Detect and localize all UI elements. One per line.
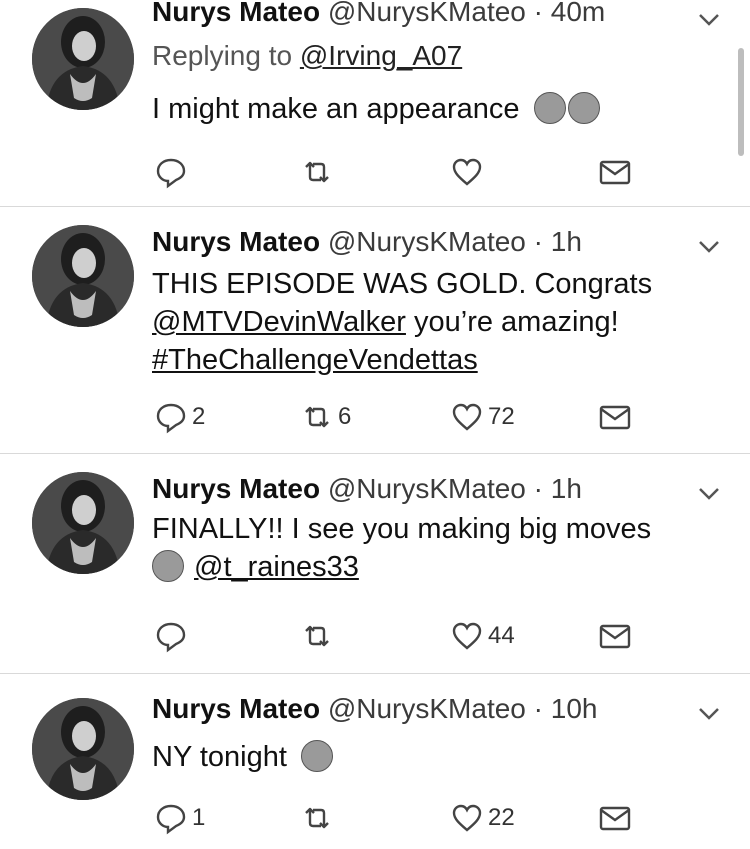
- reply-icon: [156, 158, 186, 189]
- tweet-text: I might make an appearance: [152, 90, 712, 128]
- tweet-header: Nurys Mateo @NurysKMateo · 10h: [152, 693, 597, 725]
- chevron-down-icon[interactable]: [696, 6, 722, 32]
- tweet-header: Nurys Mateo @NurysKMateo · 1h: [152, 473, 582, 505]
- replying-to: Replying to @Irving_A07: [152, 40, 462, 72]
- separator: ·: [533, 693, 543, 724]
- like-count: 72: [488, 403, 515, 430]
- tweet-text-content: I might make an appearance: [152, 93, 520, 125]
- avatar[interactable]: [32, 8, 134, 110]
- envelope-icon: [599, 806, 631, 831]
- direct-message-button[interactable]: [598, 798, 632, 838]
- avatar[interactable]: [32, 225, 134, 327]
- reply-mention-link[interactable]: @Irving_A07: [300, 40, 462, 71]
- hashtag-link[interactable]: #TheChallengeVendettas: [152, 344, 478, 376]
- heart-icon: [452, 158, 482, 186]
- like-button[interactable]: 72: [450, 397, 515, 437]
- replying-to-label: Replying to: [152, 40, 293, 71]
- chevron-down-icon[interactable]: [696, 233, 722, 259]
- like-button[interactable]: 22: [450, 798, 515, 838]
- user-handle[interactable]: @NurysKMateo: [328, 693, 526, 724]
- reply-count: 2: [192, 403, 206, 430]
- display-name[interactable]: Nurys Mateo: [152, 473, 320, 504]
- tweet-actions: [0, 152, 750, 192]
- timestamp[interactable]: 10h: [551, 693, 598, 724]
- reply-icon: [156, 622, 186, 653]
- tweet-1[interactable]: Nurys Mateo @NurysKMateo · 40m Replying …: [0, 0, 750, 207]
- tweet-text-line-2: @MTVDevinWalker you’re amazing!: [152, 303, 712, 341]
- tweet-actions: 1 22: [0, 798, 750, 838]
- tweet-text: THIS EPISODE WAS GOLD. Congrats @MTVDevi…: [152, 265, 712, 379]
- display-name[interactable]: Nurys Mateo: [152, 693, 320, 724]
- smiling-devil-emoji-icon: [152, 550, 184, 582]
- like-count: 44: [488, 622, 515, 649]
- mention-link[interactable]: @t_raines33: [194, 551, 359, 583]
- hugging-face-emoji-icon: [300, 740, 333, 772]
- direct-message-button[interactable]: [598, 616, 632, 656]
- shushing-face-emoji-icon: [567, 92, 600, 124]
- tweet-text: FINALLY!! I see you making big moves @t_…: [152, 510, 712, 586]
- retweet-icon: [305, 406, 329, 428]
- separator: ·: [533, 226, 543, 257]
- like-button[interactable]: [450, 152, 488, 192]
- chevron-down-icon[interactable]: [696, 480, 722, 506]
- direct-message-button[interactable]: [598, 152, 632, 192]
- heart-icon: [452, 403, 482, 431]
- user-handle[interactable]: @NurysKMateo: [328, 473, 526, 504]
- envelope-icon: [599, 405, 631, 430]
- display-name[interactable]: Nurys Mateo: [152, 226, 320, 257]
- retweet-icon: [305, 625, 329, 647]
- envelope-icon: [599, 624, 631, 649]
- tweet-actions: 44: [0, 616, 750, 656]
- retweet-button[interactable]: [300, 616, 338, 656]
- tweet-3[interactable]: Nurys Mateo @NurysKMateo · 1h FINALLY!! …: [0, 454, 750, 674]
- heart-icon: [452, 804, 482, 832]
- reply-icon: [156, 403, 186, 434]
- retweet-button[interactable]: [300, 798, 338, 838]
- tweet-text: NY tonight: [152, 738, 712, 776]
- relieved-face-emoji-icon: [533, 92, 566, 124]
- mention-link[interactable]: @MTVDevinWalker: [152, 306, 406, 338]
- display-name[interactable]: Nurys Mateo: [152, 0, 320, 27]
- reply-icon: [156, 804, 186, 835]
- tweet-text-content: NY tonight: [152, 741, 287, 773]
- timestamp[interactable]: 40m: [551, 0, 605, 27]
- tweet-4[interactable]: Nurys Mateo @NurysKMateo · 10h NY tonigh…: [0, 674, 750, 849]
- retweet-count: 6: [338, 403, 352, 430]
- retweet-icon: [305, 807, 329, 829]
- user-handle[interactable]: @NurysKMateo: [328, 0, 526, 27]
- separator: ·: [533, 0, 543, 27]
- like-count: 22: [488, 804, 515, 831]
- avatar[interactable]: [32, 472, 134, 574]
- tweet-header: Nurys Mateo @NurysKMateo · 1h: [152, 226, 582, 258]
- timestamp[interactable]: 1h: [551, 226, 582, 257]
- reply-button[interactable]: 2: [154, 397, 205, 437]
- chevron-down-icon[interactable]: [696, 700, 722, 726]
- tweet-text-line-1: THIS EPISODE WAS GOLD. Congrats: [152, 268, 653, 300]
- tweet-text-line-1: FINALLY!! I see you making big moves: [152, 513, 652, 545]
- envelope-icon: [599, 160, 631, 185]
- avatar[interactable]: [32, 698, 134, 800]
- reply-button[interactable]: [154, 616, 192, 656]
- retweet-button[interactable]: [300, 152, 338, 192]
- tweet-header: Nurys Mateo @NurysKMateo · 40m: [152, 0, 605, 28]
- timestamp[interactable]: 1h: [551, 473, 582, 504]
- tweet-actions: 2 6 72: [0, 397, 750, 437]
- user-handle[interactable]: @NurysKMateo: [328, 226, 526, 257]
- reply-count: 1: [192, 804, 206, 831]
- tweet-2[interactable]: Nurys Mateo @NurysKMateo · 1h THIS EPISO…: [0, 207, 750, 454]
- tweet-text-continued: you’re amazing!: [405, 306, 619, 338]
- reply-button[interactable]: 1: [154, 798, 205, 838]
- heart-icon: [452, 622, 482, 650]
- retweet-button[interactable]: 6: [300, 397, 351, 437]
- retweet-icon: [305, 161, 329, 183]
- separator: ·: [533, 473, 543, 504]
- direct-message-button[interactable]: [598, 397, 632, 437]
- like-button[interactable]: 44: [450, 616, 515, 656]
- reply-button[interactable]: [154, 152, 192, 192]
